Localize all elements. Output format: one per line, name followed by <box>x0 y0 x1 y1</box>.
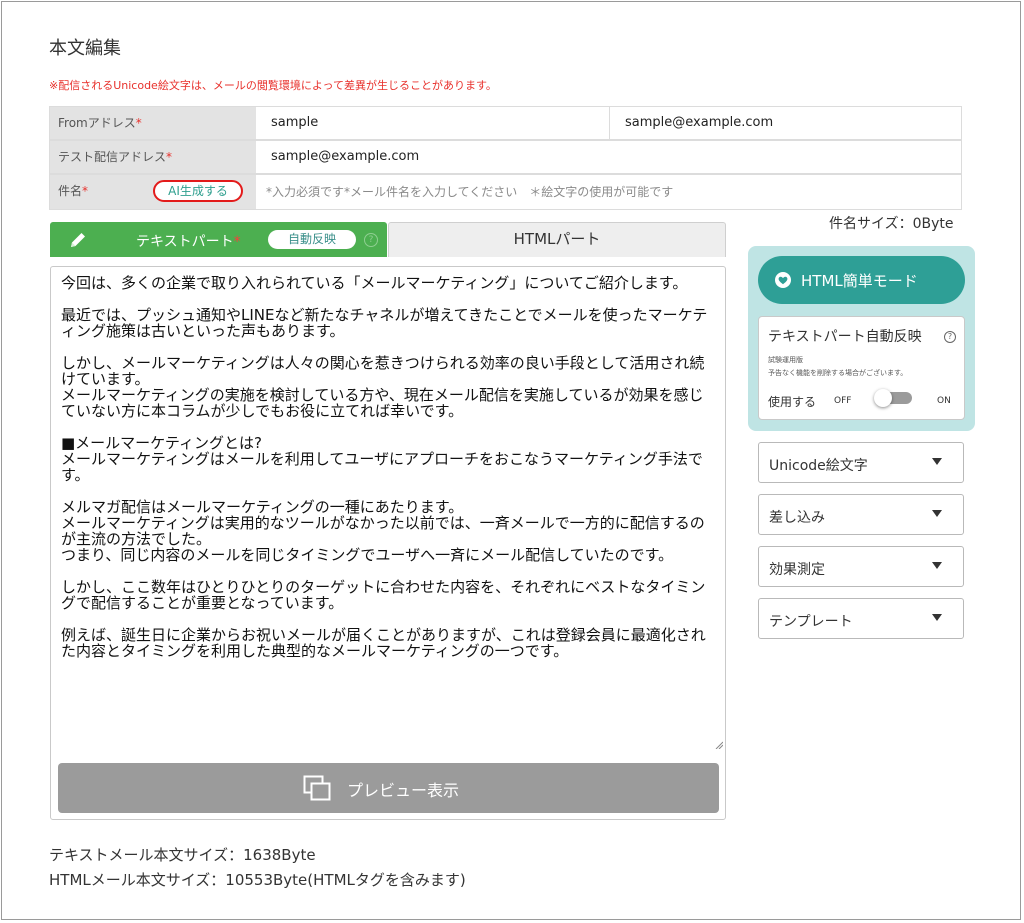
html-easy-mode-label: HTML簡単モード <box>801 272 918 290</box>
emoji-notice: ※配信されるUnicode絵文字は、メールの閲覧環境によって差異が生じることがあ… <box>49 79 497 92</box>
from-address-label: Fromアドレス* <box>50 107 256 139</box>
use-label: 使用する <box>768 395 817 409</box>
template-dropdown[interactable]: テンプレート <box>758 598 964 639</box>
tab-text-label: テキストパート* <box>136 234 241 250</box>
auto-reflect-toggle[interactable] <box>874 389 916 407</box>
resize-grip-icon[interactable] <box>715 741 723 749</box>
heart-icon-circle <box>775 272 791 288</box>
dropdown-arrow-icon <box>932 510 942 517</box>
unicode-emoji-dropdown[interactable]: Unicode絵文字 <box>758 442 964 483</box>
subject-row: 件名* AI生成する <box>49 174 962 210</box>
subject-input[interactable] <box>264 175 958 209</box>
dropdown-label: 効果測定 <box>769 562 825 578</box>
dropdown-label: Unicode絵文字 <box>769 458 868 474</box>
page-title: 本文編集 <box>49 38 121 59</box>
html-easy-panel: HTML簡単モード テキストパート自動反映 ? 試験運用版 予告なく機能を削除す… <box>748 246 975 431</box>
header-form: Fromアドレス* sample sample@example.com テスト配… <box>49 106 962 210</box>
toggle-knob <box>874 389 892 407</box>
body-textarea[interactable]: 今回は、多くの企業で取り入れられている「メールマーケティング」についてご紹介しま… <box>61 275 711 745</box>
pencil-icon <box>71 233 85 247</box>
html-body-size: HTMLメール本文サイズ：10553Byte(HTMLタグを含みます) <box>49 871 466 889</box>
auto-reflect-title: テキストパート自動反映 <box>768 329 922 345</box>
measurement-dropdown[interactable]: 効果測定 <box>758 546 964 587</box>
preview-button-label: プレビュー表示 <box>347 781 460 800</box>
subject-size: 件名サイズ：0Byte <box>829 216 954 232</box>
auto-reflect-badge: 自動反映 <box>268 230 356 249</box>
from-address-row: Fromアドレス* sample sample@example.com <box>49 106 962 140</box>
dropdown-arrow-icon <box>932 562 942 569</box>
dropdown-arrow-icon <box>932 614 942 621</box>
test-address-value[interactable]: sample@example.com <box>271 141 419 173</box>
auto-reflect-help-icon[interactable]: ? <box>944 331 956 343</box>
from-email-value[interactable]: sample@example.com <box>625 107 773 139</box>
merge-field-dropdown[interactable]: 差し込み <box>758 494 964 535</box>
dropdown-arrow-icon <box>932 458 942 465</box>
heart-icon <box>778 276 788 285</box>
help-icon[interactable]: ? <box>364 233 378 247</box>
text-body-size: テキストメール本文サイズ：1638Byte <box>49 846 316 864</box>
toggle-off-label: OFF <box>834 396 852 406</box>
body-editor: 今回は、多くの企業で取り入れられている「メールマーケティング」についてご紹介しま… <box>50 266 726 820</box>
preview-icon <box>303 775 331 801</box>
subject-label: 件名* AI生成する <box>50 175 256 209</box>
dropdown-label: 差し込み <box>769 510 825 526</box>
html-easy-mode-button[interactable]: HTML簡単モード <box>758 256 965 304</box>
tab-text-part[interactable]: テキストパート* 自動反映 ? <box>50 222 387 257</box>
ai-generate-button[interactable]: AI生成する <box>153 180 243 202</box>
auto-reflect-card: テキストパート自動反映 ? 試験運用版 予告なく機能を削除する場合がございます。… <box>758 316 965 420</box>
from-name-value[interactable]: sample <box>271 107 318 139</box>
preview-button[interactable]: プレビュー表示 <box>58 763 719 813</box>
removal-note: 予告なく機能を削除する場合がございます。 <box>768 369 908 377</box>
dropdown-label: テンプレート <box>769 614 853 630</box>
toggle-on-label: ON <box>937 396 951 406</box>
beta-note: 試験運用版 <box>768 356 803 364</box>
test-address-label: テスト配信アドレス* <box>50 141 256 173</box>
tab-html-part[interactable]: HTMLパート <box>388 222 726 257</box>
test-address-row: テスト配信アドレス* sample@example.com <box>49 140 962 174</box>
from-divider <box>609 107 610 139</box>
